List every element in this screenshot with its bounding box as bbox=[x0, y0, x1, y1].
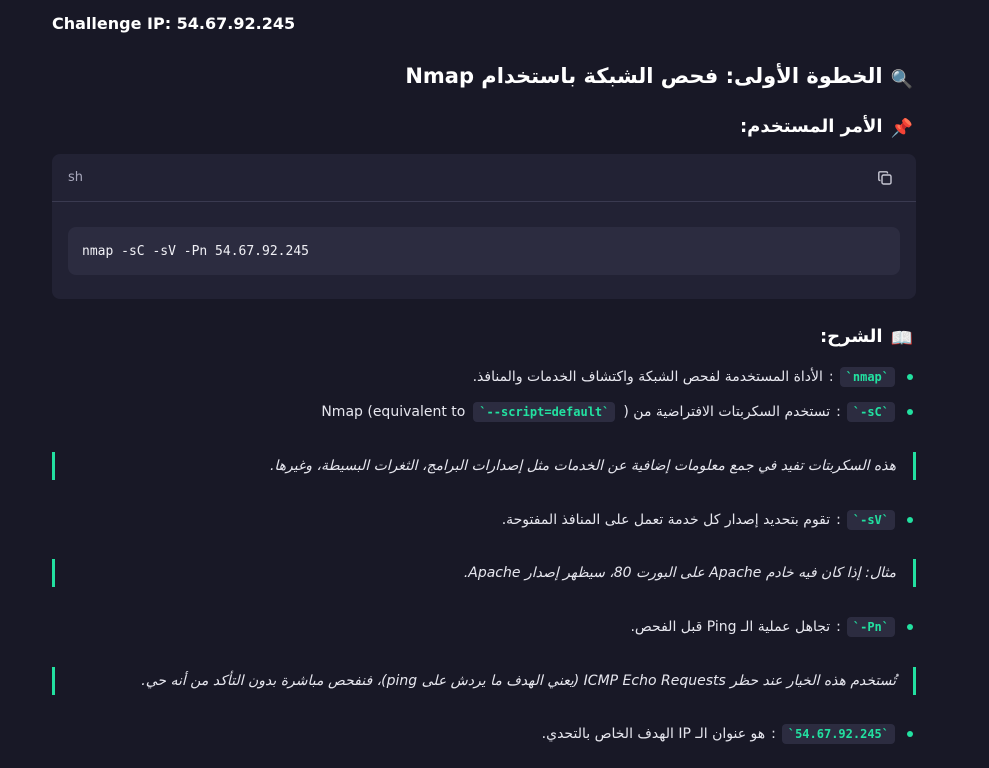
inline-code: `-sV` bbox=[846, 510, 895, 530]
note-quote-icmp: تُستخدم هذه الخيار عند حظر ICMP Echo Req… bbox=[52, 667, 916, 695]
list-item-pn: `-Pn` : تجاهل عملية الـ Ping قبل الفحص. bbox=[630, 617, 913, 637]
code-block: sh nmap -sC -sV -Pn 54.67.92.245 bbox=[52, 154, 916, 299]
list-item-text: تقوم بتحديد إصدار كل خدمة تعمل على المنا… bbox=[501, 512, 831, 528]
list-item-text: تجاهل عملية الـ Ping قبل الفحص. bbox=[630, 619, 831, 635]
bullet bbox=[907, 624, 913, 630]
bullet bbox=[907, 731, 913, 737]
list-item-text: هو عنوان الـ IP الهدف الخاص بالتحدي. bbox=[541, 726, 766, 742]
list-item-ip: `54.67.92.245` : هو عنوان الـ IP الهدف ا… bbox=[542, 724, 913, 744]
bullet bbox=[907, 409, 913, 415]
inline-code: `54.67.92.245` bbox=[781, 724, 895, 744]
code-block-header: sh bbox=[52, 154, 916, 202]
book-icon: 📖 bbox=[890, 328, 913, 349]
inline-code-script-default: `--script=default` bbox=[473, 402, 616, 422]
step1-heading-text: الخطوة الأولى: فحص الشبكة باستخدام Nmap bbox=[405, 64, 883, 88]
challenge-ip-label: Challenge IP: 54.67.92.245 bbox=[52, 14, 296, 33]
code-command[interactable]: nmap -sC -sV -Pn 54.67.92.245 bbox=[68, 227, 900, 275]
list-item-nmap: `nmap` : الأداة المستخدمة لفحص الشبكة وا… bbox=[473, 367, 913, 387]
explanation-heading: 📖 الشرح: bbox=[820, 326, 913, 349]
inline-code: `nmap` bbox=[839, 367, 895, 387]
copy-icon bbox=[878, 170, 892, 185]
list-item-sc: `-sC` : تستخدم السكربتات الافتراضية من (… bbox=[321, 402, 913, 422]
inline-code: `-Pn` bbox=[846, 617, 895, 637]
inline-code: `-sC` bbox=[846, 402, 895, 422]
list-item-text: تستخدم السكربتات الافتراضية من ( bbox=[623, 404, 831, 420]
bullet bbox=[907, 374, 913, 380]
command-heading: 📌 الأمر المستخدم: bbox=[740, 116, 913, 139]
list-item-sv: `-sV` : تقوم بتحديد إصدار كل خدمة تعمل ع… bbox=[502, 510, 913, 530]
copy-button[interactable] bbox=[870, 163, 900, 193]
command-heading-text: الأمر المستخدم: bbox=[739, 116, 883, 137]
list-item-text-2: Nmap (equivalent to bbox=[321, 404, 466, 420]
pushpin-icon: 📌 bbox=[890, 118, 913, 139]
magnifier-icon: 🔍 bbox=[890, 69, 913, 90]
list-item-text: الأداة المستخدمة لفحص الشبكة واكتشاف الخ… bbox=[472, 369, 823, 385]
note-quote-apache: مثال: إذا كان فيه خادم Apache على البورت… bbox=[52, 559, 916, 587]
explanation-heading-text: الشرح: bbox=[819, 326, 883, 347]
page: Challenge IP: 54.67.92.245 🔍 الخطوة الأول… bbox=[0, 0, 989, 768]
bullet bbox=[907, 517, 913, 523]
step1-heading: 🔍 الخطوة الأولى: فحص الشبكة باستخدام Nmap bbox=[405, 64, 913, 90]
code-language-label: sh bbox=[68, 170, 84, 185]
note-quote-scripts: هذه السكربتات تفيد في جمع معلومات إضافية… bbox=[52, 452, 916, 480]
